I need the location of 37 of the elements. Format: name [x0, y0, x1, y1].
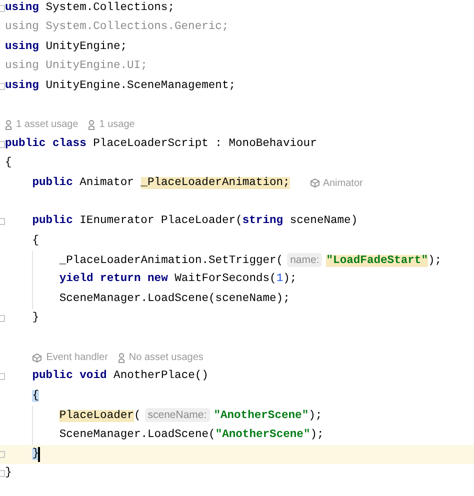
- cube-icon: [310, 178, 320, 188]
- code-line: yield return new WaitForSeconds(1);: [59, 272, 297, 288]
- code-line: using UnityEngine.UI;: [5, 58, 148, 74]
- usage-icon: [118, 352, 125, 363]
- fold-icon[interactable]: [0, 140, 5, 148]
- code-vision-hint[interactable]: No asset usages: [128, 348, 204, 368]
- code-line: using System.Collections.Generic;: [5, 20, 229, 36]
- fold-icon[interactable]: [0, 82, 5, 90]
- code-line: using UnityEngine;: [5, 40, 128, 55]
- code-vision-hint[interactable]: 1 usage: [99, 115, 135, 135]
- code-line: }: [32, 310, 39, 326]
- text-cursor: [38, 447, 40, 462]
- usage-icon: [88, 120, 96, 130]
- code-line: using System.Collections;: [5, 0, 174, 16]
- code-line: public Animator _PlaceLoaderAnimation;: [32, 176, 290, 191]
- code-line: }: [5, 466, 12, 482]
- code-line: PlaceLoader( sceneName: "AnotherScene");: [59, 406, 322, 424]
- code-line: SceneManager.LoadScene("AnotherScene");: [59, 428, 324, 443]
- code-line: public void AnotherPlace(): [32, 368, 208, 384]
- code-line: {: [5, 156, 12, 172]
- fold-icon[interactable]: [0, 470, 5, 478]
- fold-icon[interactable]: [0, 373, 5, 380]
- code-line: public IEnumerator PlaceLoader(string sceneName): [32, 214, 358, 230]
- fold-icon[interactable]: [0, 450, 5, 458]
- type-hint: Animator: [322, 176, 363, 191]
- cube-icon: [32, 352, 42, 363]
- code-line: _PlaceLoaderAnimation.SetTrigger( name: "LoadFadeStart");: [59, 252, 442, 269]
- fold-icon[interactable]: [0, 218, 5, 226]
- fold-icon[interactable]: [0, 5, 5, 12]
- code-line: {: [32, 234, 39, 249]
- fold-icon[interactable]: [0, 315, 5, 322]
- code-vision-hint[interactable]: Event handler: [46, 348, 108, 368]
- code-line: SceneManager.LoadScene(sceneName);: [59, 292, 290, 307]
- code-vision-hint[interactable]: 1 asset usage: [16, 115, 78, 135]
- code-line: public class PlaceLoaderScript : MonoBehaviour: [5, 136, 317, 152]
- code-line: using UnityEngine.SceneManagement;: [5, 78, 236, 94]
- usage-icon: [5, 120, 12, 130]
